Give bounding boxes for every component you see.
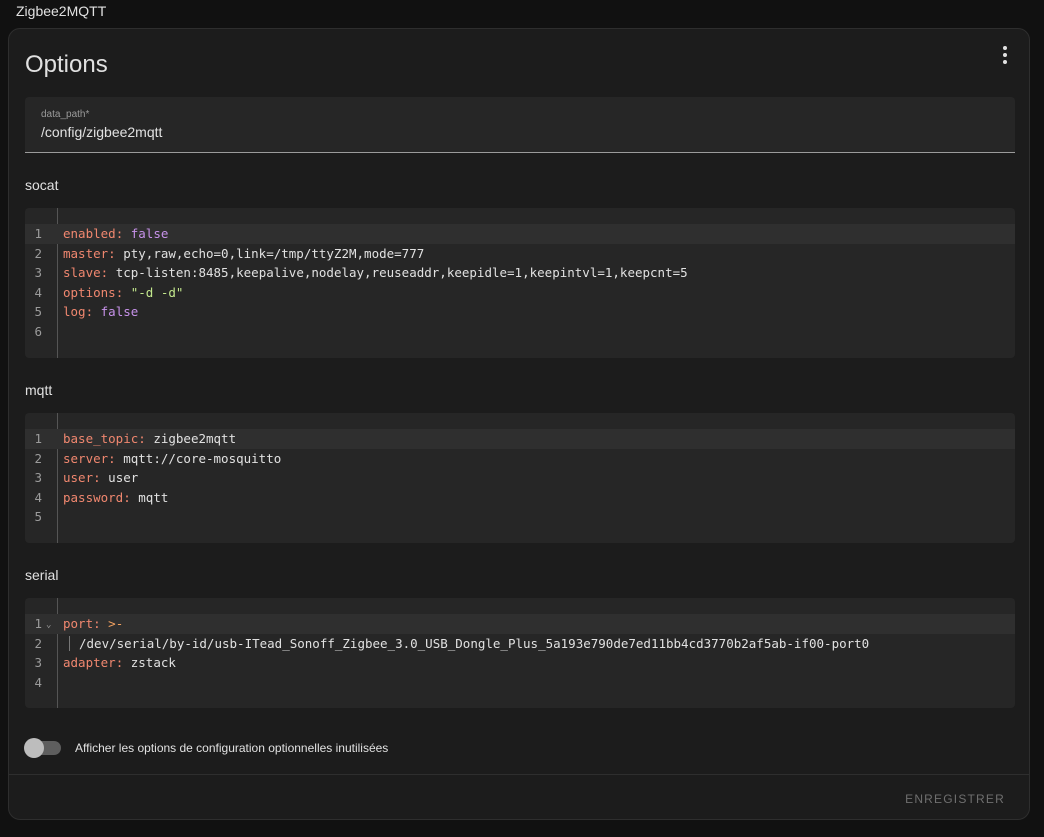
yaml-key: enabled <box>63 226 116 241</box>
data-path-field[interactable]: data_path* <box>25 97 1015 153</box>
more-dot <box>1003 46 1007 50</box>
yaml-value: mqtt <box>138 489 169 505</box>
code-line: 6 <box>25 322 1015 342</box>
data-path-label: data_path* <box>41 109 90 120</box>
mqtt-code-editor[interactable]: 1 base_topic: zigbee2mqtt 2 server: mqtt://… <box>25 413 1015 543</box>
code-line: 3 user: user <box>25 468 1015 488</box>
yaml-separator: : <box>93 470 109 486</box>
code-line: 5 log: false <box>25 302 1015 322</box>
code-text: log: false <box>63 302 138 322</box>
code-text: port: >- <box>63 614 123 634</box>
yaml-key: user <box>63 470 94 486</box>
code-text: user: user <box>63 468 138 488</box>
toggle-thumb <box>24 738 44 758</box>
yaml-value: /dev/serial/by-id/usb-ITead_Sonoff_Zigbe… <box>79 635 870 651</box>
socat-label: socat <box>25 177 59 193</box>
yaml-key: options <box>63 284 116 300</box>
serial-label: serial <box>25 567 59 583</box>
yaml-value: zstack <box>130 655 176 671</box>
yaml-separator: : <box>115 284 131 300</box>
yaml-separator: : <box>123 489 139 505</box>
code-line: 2/dev/serial/by-id/usb-ITead_Sonoff_Zigb… <box>25 634 1015 654</box>
yaml-value: mqtt://core-mosquitto <box>123 450 282 466</box>
yaml-value: false <box>100 304 139 320</box>
line-number: 3 <box>34 655 42 671</box>
code-line: 2 server: mqtt://core-mosquitto <box>25 449 1015 469</box>
line-number: 5 <box>34 509 42 525</box>
code-text: base_topic: zigbee2mqtt <box>63 429 236 449</box>
yaml-key: base_topic <box>63 431 139 446</box>
yaml-separator: : <box>100 265 116 281</box>
line-number: 4 <box>34 489 42 505</box>
yaml-value: pty,raw,echo=0,link=/tmp/ttyZ2M,mode=777 <box>123 245 425 261</box>
optional-options-toggle[interactable] <box>24 738 61 758</box>
code-line: 1 ⌄ port: >- <box>25 614 1015 634</box>
yaml-key: password <box>63 489 124 505</box>
code-line: 5 <box>25 507 1015 527</box>
line-number: 4 <box>34 284 42 300</box>
yaml-separator: : <box>115 655 131 671</box>
code-text: /dev/serial/by-id/usb-ITead_Sonoff_Zigbe… <box>79 634 869 654</box>
yaml-key: port <box>63 616 94 631</box>
yaml-separator: : <box>115 226 131 241</box>
code-line: 3 adapter: zstack <box>25 653 1015 673</box>
yaml-value: user <box>108 470 139 486</box>
more-dot <box>1003 53 1007 57</box>
code-line: 2 master: pty,raw,echo=0,link=/tmp/ttyZ2M… <box>25 244 1015 264</box>
code-line: 4 password: mqtt <box>25 488 1015 508</box>
code-text: options: "-d -d" <box>63 283 183 303</box>
optional-options-toggle-label: Afficher les options de configuration op… <box>75 741 389 755</box>
code-text: adapter: zstack <box>63 653 176 673</box>
code-text: slave: tcp-listen:8485,keepalive,nodelay… <box>63 263 688 283</box>
yaml-separator: : <box>108 245 124 261</box>
code-text: master: pty,raw,echo=0,link=/tmp/ttyZ2M,… <box>63 244 424 264</box>
line-number: 6 <box>34 323 42 339</box>
code-text: password: mqtt <box>63 488 168 508</box>
yaml-separator: : <box>138 431 154 446</box>
line-number: 1 <box>34 616 42 631</box>
mqtt-label: mqtt <box>25 382 53 398</box>
line-number: 2 <box>34 245 42 261</box>
yaml-value: zigbee2mqtt <box>153 431 237 446</box>
yaml-value: false <box>130 226 169 241</box>
line-number: 1 <box>34 226 42 241</box>
yaml-separator: : <box>108 450 124 466</box>
yaml-separator: : <box>85 304 101 320</box>
socat-code-editor[interactable]: 1 enabled: false 2 master: pty,raw,echo=0,l… <box>25 208 1015 358</box>
more-dot <box>1003 60 1007 64</box>
line-number: 4 <box>34 674 42 690</box>
serial-code-editor[interactable]: 1 ⌄ port: >- 2/dev/serial/by-id/usb-ITead_S… <box>25 598 1015 708</box>
yaml-key: log <box>63 304 86 320</box>
more-options-icon[interactable] <box>993 43 1017 67</box>
line-number: 5 <box>34 304 42 320</box>
code-line: 4 options: "-d -d" <box>25 283 1015 303</box>
yaml-value: >- <box>108 616 124 631</box>
yaml-key: server <box>63 450 109 466</box>
code-line: 1 base_topic: zigbee2mqtt <box>25 429 1015 449</box>
app-title: Zigbee2MQTT <box>16 3 107 19</box>
code-line: 1 enabled: false <box>25 224 1015 244</box>
yaml-key: master <box>63 245 109 261</box>
line-number: 1 <box>34 431 42 446</box>
line-number: 3 <box>34 265 42 281</box>
options-card: Options data_path* socat 1 enabled: false… <box>8 28 1030 820</box>
yaml-key: slave <box>63 265 101 281</box>
code-line: 4 <box>25 673 1015 693</box>
yaml-value: "-d -d" <box>130 284 184 300</box>
line-number: 2 <box>34 450 42 466</box>
data-path-input[interactable] <box>41 124 941 140</box>
code-line: 3 slave: tcp-listen:8485,keepalive,nodela… <box>25 263 1015 283</box>
save-button[interactable]: Enregistrer <box>895 781 1015 817</box>
indent-guide <box>69 635 70 652</box>
yaml-value: tcp-listen:8485,keepalive,nodelay,reusea… <box>115 265 688 281</box>
line-number: 2 <box>34 635 42 651</box>
code-text: enabled: false <box>63 224 168 244</box>
code-text: server: mqtt://core-mosquitto <box>63 449 281 469</box>
card-actions-divider <box>9 774 1029 775</box>
yaml-key: adapter <box>63 655 116 671</box>
yaml-separator: : <box>93 616 109 631</box>
line-number: 3 <box>34 470 42 486</box>
card-title: Options <box>25 51 108 78</box>
